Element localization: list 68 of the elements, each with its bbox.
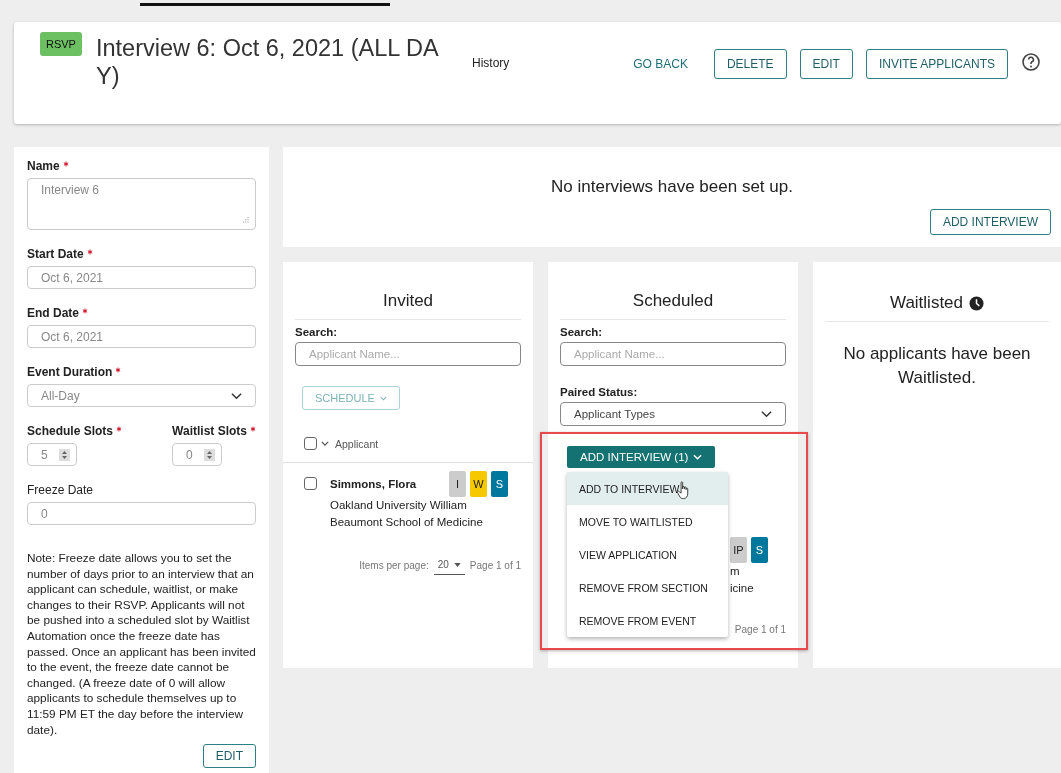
menu-item[interactable]: MOVE TO WAITLISTED (567, 505, 728, 538)
add-interview-button[interactable]: ADD INTERVIEW (929, 209, 1051, 235)
stepper-icon[interactable] (59, 448, 70, 461)
status-tag: S (751, 537, 768, 563)
column-title: Invited (295, 262, 521, 320)
field-label: End Date (27, 306, 79, 320)
page-title: Interview 6: Oct 6, 2021 (ALL DAY) (95, 34, 440, 90)
number-field[interactable]: 0 (172, 443, 223, 466)
number-field[interactable]: 5 (27, 443, 77, 466)
items-per-page-select[interactable]: 20 (433, 559, 465, 575)
freeze-date-field[interactable]: 0 (27, 502, 256, 525)
select-all-checkbox[interactable] (304, 437, 317, 450)
row-checkbox[interactable] (304, 477, 317, 490)
applicant-name: Simmons, Flora (330, 478, 417, 490)
dropdown-triangle-icon (453, 562, 461, 567)
chevron-down-icon (693, 454, 703, 460)
field-label: Waitlist Slots (172, 424, 247, 438)
history-link[interactable]: History (471, 56, 510, 70)
column-header: Applicant (335, 437, 379, 450)
search-label: Search: (295, 326, 339, 338)
duration-select[interactable]: All-Day (27, 384, 256, 407)
search-field[interactable]: Applicant Name... (295, 342, 521, 366)
school-name-fragment: m (730, 564, 741, 579)
field-label: Schedule Slots (27, 424, 114, 438)
freeze-date-note: Note: Freeze date allows you to set the number of days prior to an interview that an applicant can schedule, waitlist, or make changes to their RSVP. Applicants will not be pushed into a scheduled slot by Waitlist Automation once the freeze date has passed. Once an applicant has been invited to the event, the freeze date cannot be changed. (A freeze date of 0 will allow applicants to schedule themselves up to 11:59 PM ET the day before the interview date). (27, 551, 256, 739)
header-button[interactable]: EDIT (799, 49, 853, 79)
school-name: Oakland University William Beaumont School of Medicine (330, 498, 484, 530)
menu-item[interactable]: VIEW APPLICATION (567, 538, 728, 571)
status-tag: I (449, 471, 466, 497)
add-interview-dropdown-button[interactable]: ADD INTERVIEW (1) (567, 446, 716, 468)
field-label: Freeze Date (27, 483, 94, 497)
menu-item[interactable]: REMOVE FROM EVENT (567, 604, 728, 637)
empty-message: No applicants have been Waitlisted. (842, 343, 1032, 389)
items-per-page-label: Items per page: (359, 559, 429, 571)
rsvp-badge: RSVP (40, 32, 82, 56)
status-tag: S (491, 471, 508, 497)
stepper-icon[interactable] (204, 448, 216, 461)
chevron-down-icon (379, 395, 387, 401)
edit-button[interactable]: EDIT (202, 744, 256, 769)
clock-icon (969, 295, 985, 311)
paired-status-select[interactable]: Applicant Types (560, 402, 786, 426)
status-tag: IP (730, 537, 747, 563)
school-name-fragment: icine (730, 581, 755, 596)
date-field[interactable]: Oct 6, 2021 (27, 266, 256, 289)
empty-message: No interviews have been set up. (550, 176, 794, 197)
sort-chevron-icon[interactable] (321, 441, 329, 446)
date-field[interactable]: Oct 6, 2021 (27, 325, 256, 348)
search-field[interactable]: Applicant Name... (560, 342, 786, 366)
menu-item[interactable]: ADD TO INTERVIEW (567, 472, 728, 505)
go-back-link[interactable]: GO BACK (633, 57, 688, 71)
menu-item[interactable]: REMOVE FROM SECTION (567, 571, 728, 604)
header-button[interactable]: DELETE (713, 49, 787, 79)
column-title: Waitlisted (889, 293, 964, 313)
column-title: Scheduled (560, 262, 786, 320)
chevron-down-icon (761, 410, 772, 418)
field-label: Event Duration (27, 365, 113, 379)
help-icon[interactable] (1021, 52, 1041, 72)
chevron-down-icon (231, 391, 242, 400)
status-tag: W (470, 471, 487, 497)
field-label: Name (27, 159, 60, 173)
header-button[interactable]: INVITE APPLICANTS (865, 49, 1008, 79)
search-label: Search: (560, 326, 604, 338)
field-label: Start Date (27, 247, 84, 261)
page-indicator: Page 1 of 1 (469, 559, 521, 571)
resize-grip-icon[interactable] (243, 217, 249, 223)
page-indicator: Page 1 of 1 (734, 624, 786, 635)
paired-status-label: Paired Status: (560, 386, 639, 398)
name-field[interactable]: Interview 6 (27, 178, 256, 230)
